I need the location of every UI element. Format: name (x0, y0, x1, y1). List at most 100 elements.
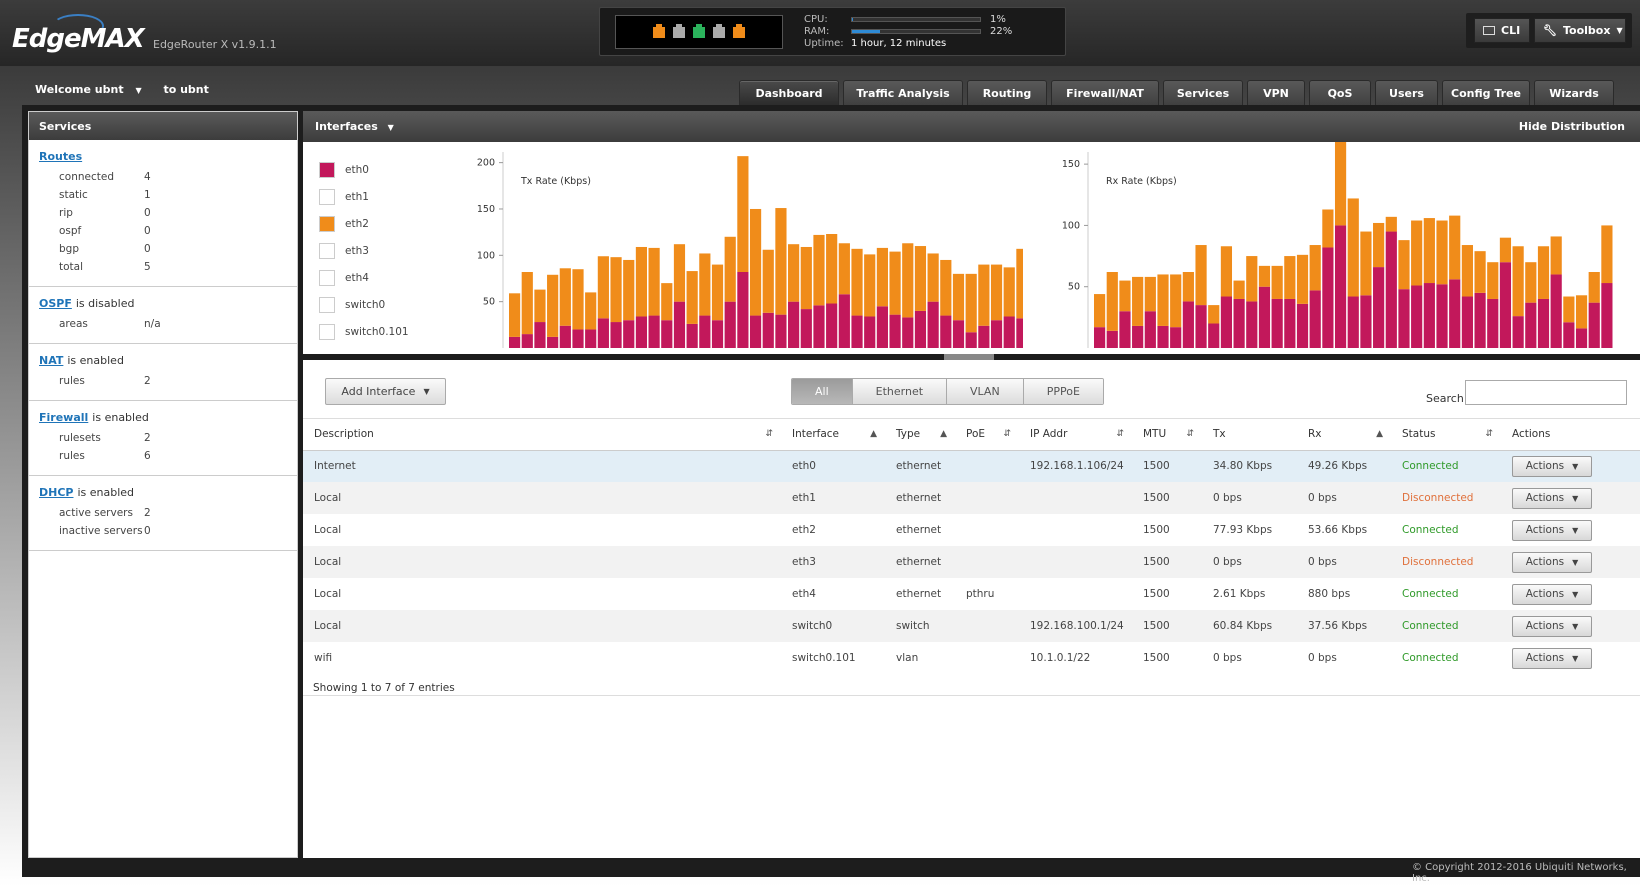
sort-icon[interactable]: ⇵ (765, 429, 773, 439)
row-actions-button[interactable]: Actions ▼ (1512, 519, 1592, 541)
sort-icon[interactable]: ▲ (1376, 429, 1383, 439)
firewall-stat-row: rulesets 2 (39, 429, 287, 447)
legend-checkbox[interactable] (319, 269, 335, 286)
bar-eth2 (775, 208, 787, 315)
row-actions-button[interactable]: Actions ▼ (1512, 551, 1592, 573)
tab-traffic-analysis[interactable]: Traffic Analysis (843, 80, 963, 106)
sort-icon[interactable]: ⇵ (1186, 429, 1194, 439)
row-actions-button[interactable]: Actions ▼ (1512, 647, 1592, 669)
legend-item-eth1[interactable]: eth1 (319, 183, 409, 210)
toolbox-button[interactable]: 🔧︎ Toolbox ▼ (1534, 18, 1626, 43)
cell-mtu: 1500 (1132, 450, 1202, 482)
nat-link[interactable]: NAT (39, 354, 63, 367)
sort-icon[interactable]: ⇵ (1116, 429, 1124, 439)
tab-services[interactable]: Services (1163, 80, 1243, 106)
ram-label: RAM: (804, 26, 830, 37)
resize-handle[interactable] (944, 354, 994, 360)
bar-eth0 (762, 312, 774, 348)
row-actions-button[interactable]: Actions ▼ (1512, 615, 1592, 637)
column-header-interface[interactable]: Interface ▲ (781, 419, 885, 451)
legend-label: eth0 (345, 163, 369, 176)
sort-icon[interactable]: ▲ (940, 429, 947, 439)
legend-checkbox[interactable] (319, 161, 335, 178)
cell-mtu: 1500 (1143, 652, 1170, 664)
column-header-poe[interactable]: PoE ⇵ (955, 419, 1019, 451)
table-row[interactable]: Local eth2 ethernet 1500 77.93 Kbps 53.66 Kbp… (303, 514, 1640, 546)
bar-eth2 (572, 269, 584, 330)
tx-rate-chart: 50 100 150 200 Tx Rate (Kbps) (477, 152, 1023, 348)
bar-eth0 (1170, 327, 1182, 348)
tab-users[interactable]: Users (1375, 80, 1438, 106)
table-row[interactable]: Local switch0 switch 192.168.100.1/24 1500 60… (303, 610, 1640, 642)
legend-item-eth0[interactable]: eth0 (319, 156, 409, 183)
welcome-menu[interactable]: Welcome ubnt ▼ to ubnt (35, 83, 209, 96)
bar-eth2 (547, 274, 559, 337)
legend-checkbox[interactable] (319, 323, 335, 340)
legend-item-eth4[interactable]: eth4 (319, 264, 409, 291)
hide-distribution-link[interactable]: Hide Distribution (1519, 120, 1625, 133)
bar-eth2 (864, 254, 876, 317)
dhcp-link[interactable]: DHCP (39, 486, 73, 499)
actions-label: Actions (1525, 460, 1565, 473)
column-header-status[interactable]: Status ⇵ (1391, 419, 1501, 451)
ospf-link[interactable]: OSPF (39, 297, 72, 310)
bar-eth2 (509, 293, 521, 337)
filter-all[interactable]: All (792, 379, 853, 404)
column-label: PoE (966, 428, 986, 441)
cell-ip-addr: 10.1.0.1/22 (1030, 652, 1091, 664)
legend-checkbox[interactable] (319, 242, 335, 259)
row-actions-button[interactable]: Actions ▼ (1512, 583, 1592, 605)
column-header-ip-addr[interactable]: IP Addr ⇵ (1019, 419, 1132, 451)
filter-vlan[interactable]: VLAN (947, 379, 1024, 404)
table-row[interactable]: Local eth1 ethernet 1500 0 bps 0 bps Disconnec… (303, 482, 1640, 514)
table-row[interactable]: Local eth3 ethernet 1500 0 bps 0 bps Disconnec… (303, 546, 1640, 578)
cell-status: Disconnected (1391, 546, 1501, 578)
cell-status: Connected (1391, 610, 1501, 642)
interfaces-menu[interactable]: Interfaces ▼ (315, 120, 394, 133)
legend-label: switch0 (345, 298, 386, 311)
tab-qos[interactable]: QoS (1309, 80, 1371, 106)
routes-link[interactable]: Routes (39, 150, 82, 163)
bar-eth0 (1423, 283, 1435, 348)
tab-vpn[interactable]: VPN (1247, 80, 1305, 106)
tab-dashboard[interactable]: Dashboard (739, 80, 839, 106)
row-actions-button[interactable]: Actions ▼ (1512, 487, 1592, 509)
cell-rx: 0 bps (1308, 652, 1337, 664)
tab-config-tree[interactable]: Config Tree (1442, 80, 1530, 106)
dhcp-section: DHCP is enabled active servers 2 inactive s… (29, 476, 297, 551)
column-header-type[interactable]: Type ▲ (885, 419, 955, 451)
filter-pppoe[interactable]: PPPoE (1023, 379, 1103, 404)
tab-routing[interactable]: Routing (967, 80, 1047, 106)
bar-eth0 (1258, 286, 1271, 348)
legend-item-switch0-101[interactable]: switch0.101 (319, 318, 409, 345)
column-header-description[interactable]: Description ⇵ (303, 419, 781, 451)
table-row[interactable]: Internet eth0 ethernet 192.168.1.106/24 1500… (303, 450, 1640, 482)
cli-button[interactable]: CLI (1474, 18, 1530, 43)
to-user-text: to ubnt (163, 83, 209, 96)
legend-checkbox[interactable] (319, 296, 335, 313)
legend-checkbox[interactable] (319, 215, 335, 232)
cell-interface: eth4 (792, 588, 816, 600)
legend-item-eth2[interactable]: eth2 (319, 210, 409, 237)
tab-wizards[interactable]: Wizards (1534, 80, 1614, 106)
bar-eth2 (1144, 276, 1156, 312)
cell-mtu: 1500 (1143, 524, 1170, 536)
add-interface-button[interactable]: Add Interface ▼ (325, 378, 446, 405)
sort-icon[interactable]: ⇵ (1003, 429, 1011, 439)
sort-icon[interactable]: ▲ (870, 429, 877, 439)
firewall-link[interactable]: Firewall (39, 411, 88, 424)
row-actions-button[interactable]: Actions ▼ (1512, 455, 1592, 477)
filter-ethernet[interactable]: Ethernet (852, 379, 948, 404)
tab-firewall-nat[interactable]: Firewall/NAT (1051, 80, 1159, 106)
table-row[interactable]: wifi switch0.101 vlan 10.1.0.1/22 1500 0 bps 0… (303, 642, 1640, 674)
cell-type: ethernet (896, 588, 942, 600)
stat-value: 1 (144, 189, 151, 201)
legend-checkbox[interactable] (319, 188, 335, 205)
sort-icon[interactable]: ⇵ (1485, 429, 1493, 439)
legend-item-switch0[interactable]: switch0 (319, 291, 409, 318)
column-header-mtu[interactable]: MTU ⇵ (1132, 419, 1202, 451)
legend-item-eth3[interactable]: eth3 (319, 237, 409, 264)
search-input[interactable] (1465, 380, 1627, 405)
column-header-rx[interactable]: Rx ▲ (1297, 419, 1391, 451)
table-row[interactable]: Local eth4 ethernet pthru 1500 2.61 Kbps 880 b… (303, 578, 1640, 610)
